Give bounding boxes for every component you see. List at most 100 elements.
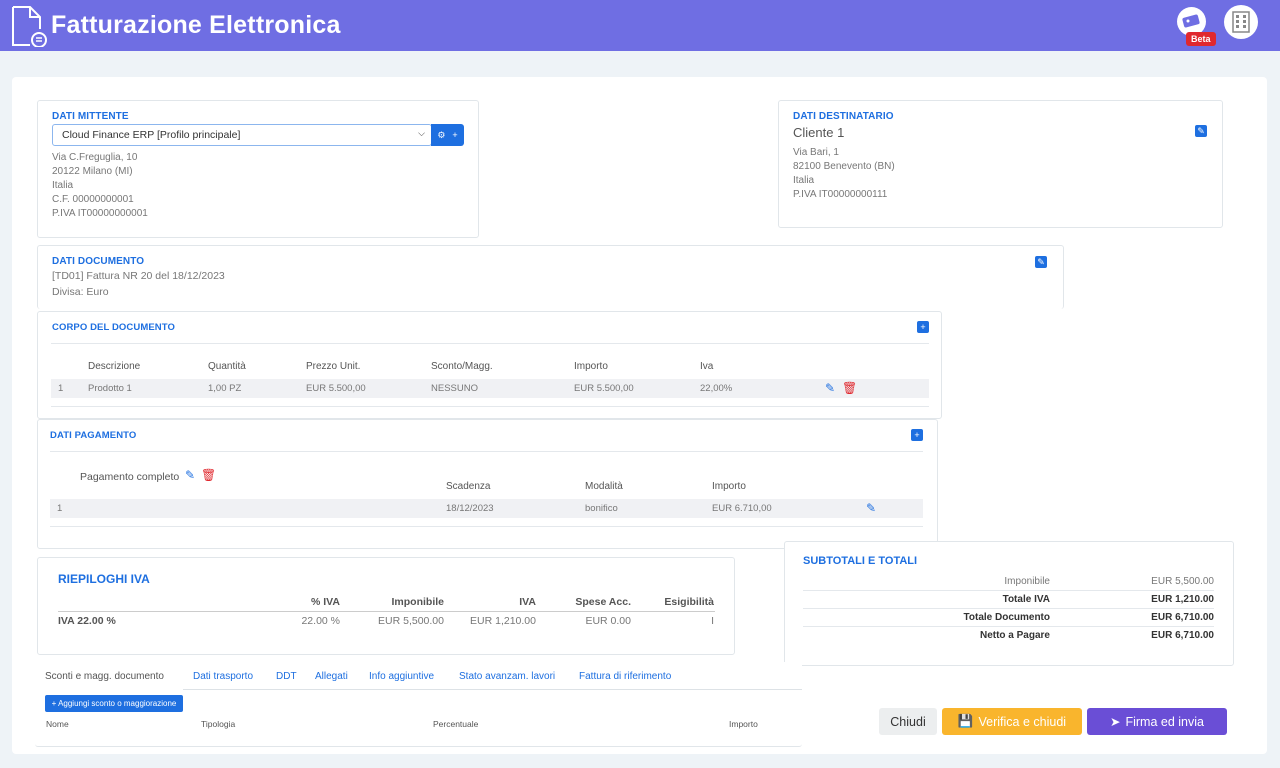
tab-ddt[interactable]: DDT (276, 671, 297, 682)
edit-recipient-icon[interactable]: ✎ (1195, 125, 1207, 137)
sign-send-button[interactable]: ➤ Firma ed invia (1087, 708, 1227, 735)
col-importo-sconto: Importo (729, 719, 758, 729)
beta-badge: Beta (1186, 32, 1216, 46)
col-quantita: Quantità (208, 361, 246, 372)
vat-summary-title: RIEPILOGHI IVA (58, 572, 150, 586)
app-header: Fatturazione Elettronica Beta (0, 0, 1280, 51)
sign-send-label: Firma ed invia (1125, 714, 1204, 729)
tab-sconti[interactable]: Sconti e magg. documento (45, 671, 164, 682)
cell-importo: EUR 5.500,00 (574, 383, 634, 394)
col-tipologia: Tipologia (201, 719, 236, 729)
cell-imponibile: EUR 5,500.00 (378, 615, 444, 627)
settings-icon[interactable]: ⚙ (437, 130, 445, 141)
col-spese: Spese Acc. (575, 596, 631, 608)
divider (50, 526, 923, 527)
cell-spese: EUR 0.00 (585, 615, 631, 627)
close-button-label: Chiudi (890, 714, 926, 729)
add-line-icon[interactable]: + (917, 321, 929, 333)
cell-scadenza: 18/12/2023 (446, 503, 494, 514)
col-perc-iva: % IVA (311, 596, 340, 608)
cell-iva-riepilogo: EUR 1,210.00 (470, 615, 536, 627)
col-esigibilita: Esigibilità (664, 596, 714, 608)
cell-quantita: 1,00 PZ (208, 383, 242, 394)
totals-title: SUBTOTALI E TOTALI (803, 555, 918, 567)
tab-info[interactable]: Info aggiuntive (369, 671, 434, 682)
verify-close-label: Verifica e chiudi (978, 714, 1067, 729)
cell-sconto: NESSUNO (431, 383, 478, 394)
col-imponibile: Imponibile (391, 596, 445, 608)
divider (803, 608, 1214, 609)
recipient-country: Italia (793, 175, 815, 186)
recipient-vat: P.IVA IT00000000111 (793, 189, 888, 200)
verify-close-button[interactable]: 💾 Verifica e chiudi (942, 708, 1082, 735)
sender-profile-select[interactable]: Cloud Finance ERP [Profilo principale] ⌵ (52, 124, 432, 146)
col-prezzo: Prezzo Unit. (306, 361, 361, 372)
totals-label-iva: Totale IVA (1002, 594, 1050, 605)
edit-payment-icon[interactable]: ✎ (185, 468, 195, 482)
table-row[interactable] (51, 379, 929, 398)
document-currency: Divisa: Euro (52, 286, 109, 298)
col-importo-pagamento: Importo (712, 481, 746, 492)
recipient-title: DATI DESTINATARIO (793, 111, 894, 122)
recipient-city: 82100 Benevento (BN) (793, 161, 895, 172)
close-button[interactable]: Chiudi (879, 708, 937, 735)
add-icon[interactable]: + (452, 130, 457, 140)
totals-label-netto: Netto a Pagare (979, 630, 1050, 641)
divider (50, 451, 923, 452)
tab-allegati[interactable]: Allegati (315, 671, 348, 682)
document-body-title: CORPO DEL DOCUMENTO (52, 322, 175, 333)
col-importo: Importo (574, 361, 608, 372)
col-modalita: Modalità (585, 481, 623, 492)
edit-line-icon[interactable]: ✎ (825, 381, 835, 395)
col-iva: Iva (700, 361, 714, 372)
cell-descrizione: Prodotto 1 (88, 383, 132, 394)
tab-stato-avanzamento[interactable]: Stato avanzam. lavori (459, 671, 555, 682)
col-scadenza: Scadenza (446, 481, 491, 492)
col-sconto: Sconto/Magg. (431, 361, 493, 372)
company-building-icon[interactable] (1224, 5, 1258, 39)
divider (803, 590, 1214, 591)
tab-trasporto[interactable]: Dati trasporto (193, 671, 253, 682)
totals-label-imponibile: Imponibile (1004, 576, 1050, 587)
document-title: DATI DOCUMENTO (52, 256, 145, 267)
sender-fiscal-code: C.F. 00000000001 (52, 194, 134, 205)
divider (51, 406, 929, 407)
edit-payment-row-icon[interactable]: ✎ (866, 501, 876, 515)
add-discount-button[interactable]: + Aggiungi sconto o maggiorazione (45, 695, 183, 712)
totals-value-netto: EUR 6,710.00 (1151, 630, 1214, 641)
edit-document-icon[interactable]: ✎ (1035, 256, 1047, 268)
totals-label-documento: Totale Documento (963, 612, 1050, 623)
cell-importo-pagamento: EUR 6.710,00 (712, 503, 772, 514)
sender-vat: P.IVA IT00000000001 (52, 208, 148, 219)
recipient-name: Cliente 1 (793, 125, 845, 140)
payment-title: DATI PAGAMENTO (50, 430, 137, 441)
col-nome: Nome (46, 719, 69, 729)
recipient-address: Via Bari, 1 (793, 147, 839, 158)
profile-actions: ⚙ + (431, 124, 464, 146)
col-iva-riepilogo: IVA (519, 596, 536, 608)
totals-value-imponibile: EUR 5,500.00 (1151, 576, 1214, 587)
divider (58, 611, 715, 612)
sender-country: Italia (52, 180, 74, 191)
row-number: 1 (57, 503, 63, 514)
cell-esigibilita: I (711, 615, 714, 627)
col-percentuale: Percentuale (433, 719, 479, 729)
document-type: [TD01] Fattura NR 20 del 18/12/2023 (52, 270, 225, 282)
add-payment-icon[interactable]: + (911, 429, 923, 441)
sender-profile-value: Cloud Finance ERP [Profilo principale] (62, 129, 241, 141)
delete-payment-icon[interactable]: 🗑 (201, 468, 216, 482)
cell-modalita: bonifico (585, 503, 618, 514)
divider (51, 343, 929, 344)
divider (803, 626, 1214, 627)
cell-perc-iva: 22.00 % (301, 615, 340, 627)
cell-prezzo: EUR 5.500,00 (306, 383, 366, 394)
totals-value-documento: EUR 6,710.00 (1151, 612, 1214, 623)
cell-iva: 22,00% (700, 383, 733, 394)
sender-address: Via C.Freguglia, 10 (52, 152, 138, 163)
save-icon: 💾 (957, 714, 974, 728)
payment-label: Pagamento completo (80, 471, 180, 483)
col-descrizione: Descrizione (88, 361, 141, 372)
send-icon: ➤ (1110, 715, 1121, 729)
delete-line-icon[interactable]: 🗑 (842, 381, 857, 395)
tab-fattura-riferimento[interactable]: Fattura di riferimento (579, 671, 671, 682)
